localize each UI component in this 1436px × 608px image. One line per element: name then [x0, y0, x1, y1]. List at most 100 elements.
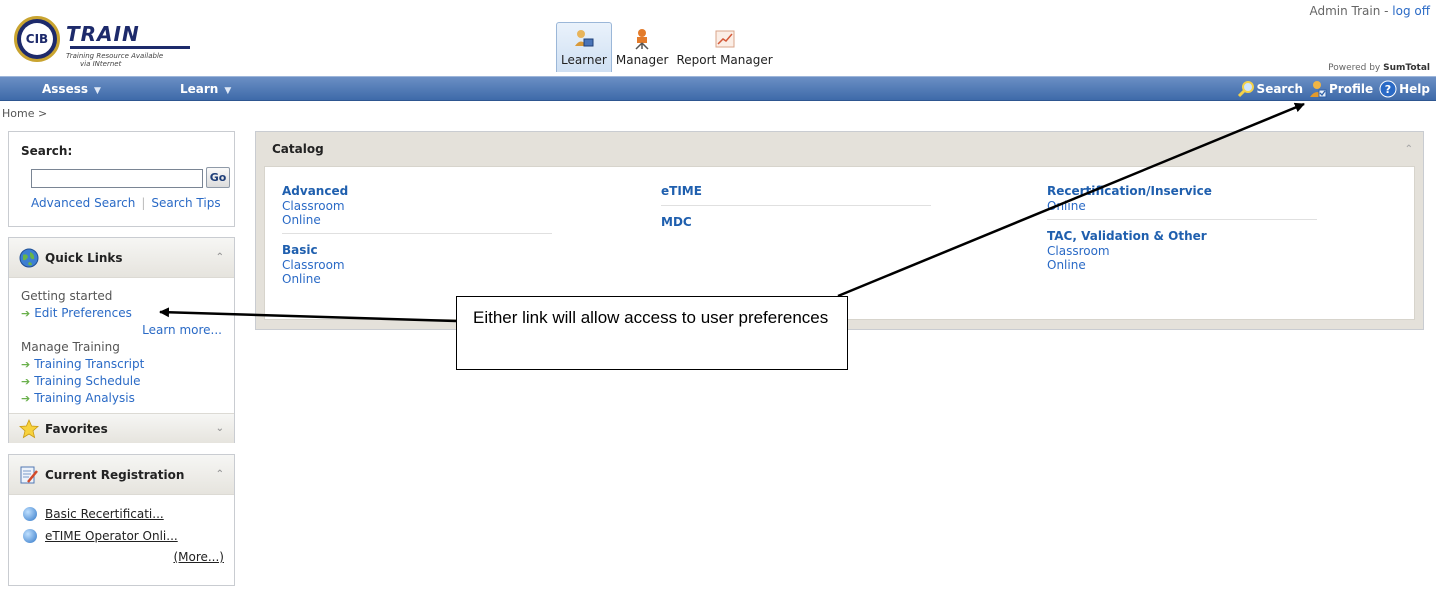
online-course-icon — [23, 507, 37, 521]
quick-links-group-manage-training: Manage Training — [21, 340, 120, 354]
green-arrow-icon: ➔ — [21, 358, 31, 371]
catalog-category-title[interactable]: TAC, Validation & Other — [1047, 228, 1317, 244]
training-transcript-label: Training Transcript — [34, 357, 145, 371]
registration-item-label: Basic Recertificati... — [45, 507, 164, 521]
training-transcript-link[interactable]: ➔ Training Transcript — [21, 356, 226, 373]
quick-links-header[interactable]: Quick Links ⌃ — [9, 238, 234, 278]
search-links: Advanced Search | Search Tips — [31, 196, 221, 210]
chevron-up-icon[interactable]: ⌃ — [216, 469, 224, 480]
catalog-category-title[interactable]: eTIME — [661, 183, 931, 199]
chevron-down-icon[interactable]: ⌄ — [216, 423, 224, 434]
current-registration-body: Basic Recertificati... eTIME Operator On… — [9, 495, 234, 567]
green-arrow-icon: ➔ — [21, 307, 31, 320]
registration-item[interactable]: eTIME Operator Onli... — [23, 525, 224, 547]
chevron-up-icon[interactable]: ⌃ — [1405, 144, 1413, 155]
edit-preferences-label: Edit Preferences — [34, 306, 132, 320]
catalog-category-advanced: Advanced Classroom Online — [282, 183, 552, 234]
tab-learner-label: Learner — [561, 53, 607, 67]
manager-icon — [635, 29, 649, 50]
logo-word: TRAIN — [66, 22, 140, 46]
quick-links-panel: Quick Links ⌃ Getting started ➔ Edit Pre… — [8, 237, 235, 443]
powered-by: Powered by SumTotal — [1328, 63, 1430, 73]
catalog-category-mdc: MDC — [661, 214, 931, 236]
catalog-title: Catalog — [272, 142, 324, 156]
favorites-header[interactable]: Favorites ⌄ — [9, 413, 234, 443]
nav-menu-learn[interactable]: Learn ▼ — [180, 82, 231, 96]
powered-by-brand: SumTotal — [1383, 63, 1430, 73]
svg-text:?: ? — [1385, 83, 1391, 96]
quick-links-body: Getting started ➔ Edit Preferences Learn… — [9, 278, 234, 407]
search-input[interactable] — [31, 169, 203, 188]
catalog-subcategory-link[interactable]: Classroom — [282, 258, 552, 272]
annotation-callout: Either link will allow access to user pr… — [456, 296, 848, 370]
breadcrumb[interactable]: Home > — [2, 107, 47, 120]
current-registration-header[interactable]: Current Registration ⌃ — [9, 455, 234, 495]
powered-by-label: Powered by — [1328, 63, 1381, 73]
catalog-subcategory-link[interactable]: Online — [1047, 258, 1317, 272]
user-name: Admin Train - — [1309, 4, 1389, 18]
training-analysis-link[interactable]: ➔ Training Analysis — [21, 390, 226, 407]
main-nav-bar: Assess ▼ Learn ▼ Search Profile ? Help — [0, 76, 1436, 101]
catalog-category-etime: eTIME — [661, 183, 931, 206]
catalog-subcategory-link[interactable]: Classroom — [1047, 244, 1317, 258]
green-arrow-icon: ➔ — [21, 392, 31, 405]
nav-profile-link[interactable]: Profile — [1309, 80, 1373, 98]
train-logo[interactable]: CIB TRAIN Training Resource Available vi… — [14, 16, 214, 68]
training-schedule-link[interactable]: ➔ Training Schedule — [21, 373, 226, 390]
nav-profile-label: Profile — [1329, 82, 1374, 96]
logoff-link[interactable]: log off — [1392, 4, 1430, 18]
catalog-subcategory-link[interactable]: Classroom — [282, 199, 552, 213]
search-tips-link[interactable]: Search Tips — [151, 196, 220, 210]
chevron-up-icon[interactable]: ⌃ — [216, 252, 224, 263]
search-panel: Search: Go Advanced Search | Search Tips — [8, 131, 235, 227]
tab-manager-label: Manager — [615, 53, 669, 67]
more-registrations-link[interactable]: (More...) — [23, 547, 224, 567]
role-tabs: Learner Manager Report Manager — [556, 22, 777, 72]
globe-icon — [19, 248, 39, 267]
logo-tagline: Training Resource Available via INternet — [66, 52, 163, 68]
registration-form-icon — [20, 466, 38, 483]
nav-menu-learn-label: Learn — [180, 82, 219, 96]
tab-report-manager[interactable]: Report Manager — [672, 22, 776, 72]
catalog-category-title[interactable]: MDC — [661, 214, 931, 230]
logo-tagline-line-2: via INternet — [80, 60, 122, 68]
catalog-subcategory-link[interactable]: Online — [1047, 199, 1317, 213]
registration-item[interactable]: Basic Recertificati... — [23, 503, 224, 525]
edit-preferences-link[interactable]: ➔ Edit Preferences — [21, 305, 226, 322]
tab-learner[interactable]: Learner — [556, 22, 612, 72]
catalog-subcategory-link[interactable]: Online — [282, 213, 552, 227]
tab-manager[interactable]: Manager — [612, 22, 673, 72]
catalog-column-3: Recertification/Inservice Online TAC, Va… — [1047, 183, 1317, 286]
favorites-title: Favorites — [45, 421, 108, 436]
app-header: CIB TRAIN Training Resource Available vi… — [0, 0, 1436, 76]
catalog-column-2: eTIME MDC — [661, 183, 931, 244]
go-button[interactable]: Go — [206, 167, 230, 188]
catalog-category-title[interactable]: Recertification/Inservice — [1047, 183, 1317, 199]
catalog-category-title[interactable]: Basic — [282, 242, 552, 258]
learner-icon — [574, 30, 594, 47]
catalog-category-basic: Basic Classroom Online — [282, 242, 552, 292]
learn-more-link[interactable]: Learn more... — [21, 322, 226, 339]
catalog-header[interactable]: Catalog ⌃ — [256, 132, 1423, 166]
catalog-category-title[interactable]: Advanced — [282, 183, 552, 199]
quick-links-title: Quick Links — [45, 250, 123, 265]
star-icon — [19, 418, 39, 438]
nav-help-link[interactable]: ? Help — [1379, 80, 1430, 98]
nav-search-label: Search — [1256, 82, 1303, 96]
catalog-subcategory-link[interactable]: Online — [282, 272, 552, 286]
user-area: Admin Train - log off — [1309, 4, 1430, 18]
tab-report-manager-label: Report Manager — [676, 53, 773, 67]
quick-links-group-getting-started: Getting started — [21, 289, 113, 303]
help-icon: ? — [1379, 80, 1397, 98]
nav-search-link[interactable]: Search — [1237, 80, 1303, 98]
caret-down-icon: ▼ — [224, 86, 232, 96]
training-schedule-label: Training Schedule — [34, 374, 141, 388]
advanced-search-link[interactable]: Advanced Search — [31, 196, 135, 210]
nav-menu-assess[interactable]: Assess ▼ — [42, 82, 101, 96]
magnifier-icon — [1237, 81, 1254, 98]
report-manager-icon — [715, 30, 735, 48]
catalog-category-recertification: Recertification/Inservice Online — [1047, 183, 1317, 220]
online-course-icon — [23, 529, 37, 543]
training-analysis-label: Training Analysis — [34, 391, 135, 405]
search-panel-label: Search: — [21, 144, 73, 158]
